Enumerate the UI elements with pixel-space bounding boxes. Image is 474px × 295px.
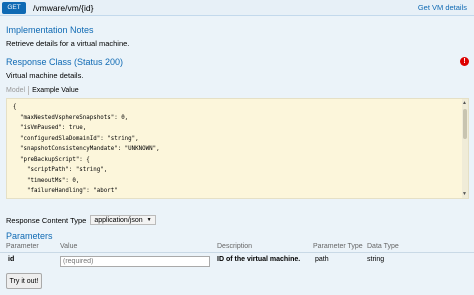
response-content-type-value: application/json [94,216,143,224]
code-line: "preBackupScript": { [13,156,90,163]
param-id-input[interactable] [60,256,210,267]
code-line: "isVmPaused": true, [13,125,87,131]
param-data-type: string [367,256,385,263]
code-scrollbar[interactable]: ▲ ▼ [462,99,468,198]
scroll-down-arrow-icon[interactable]: ▼ [462,191,467,197]
scroll-thumb[interactable] [463,109,467,139]
operation-header[interactable]: GET /vmware/vm/{id} Get VM details [0,0,474,16]
column-header-data-type: Data Type [367,243,399,250]
table-row: id ID of the virtual machine. path strin… [0,255,474,269]
response-content-type-label: Response Content Type [6,215,87,225]
param-type: path [315,256,329,263]
tab-example-value[interactable]: Example Value [32,87,79,94]
chevron-down-icon: ▼ [146,217,152,223]
param-description: ID of the virtual machine. [217,256,301,263]
error-icon[interactable]: ! [460,57,469,66]
endpoint-summary-link[interactable]: Get VM details [418,3,467,12]
column-header-description: Description [217,243,253,250]
parameters-table-header: Parameter Value Description Parameter Ty… [0,242,474,253]
http-method-badge[interactable]: GET [2,1,26,14]
example-json-code: { "maxNestedVsphereSnapshots": 0, "isVmP… [7,99,468,199]
code-line: "scriptPath": "string", [13,167,108,173]
endpoint-path[interactable]: /vmware/vm/{id} [33,3,93,13]
code-line: "configuredSlaDomainId": "string", [13,135,139,142]
implementation-notes-text: Retrieve details for a virtual machine. [6,39,130,48]
column-header-value: Value [60,243,78,250]
code-line: "timeoutMs": 0, [13,177,80,184]
tab-divider [28,86,30,95]
response-class-heading: Response Class (Status 200) [6,57,124,67]
code-line: { [13,104,17,110]
model-tabs: Model Example Value [6,86,79,95]
code-line: "failureHandling": "abort" [13,188,118,194]
implementation-notes-heading: Implementation Notes [6,25,94,35]
parameters-heading: Parameters [6,231,53,241]
response-class-text: Virtual machine details. [6,71,84,80]
example-value-box[interactable]: { "maxNestedVsphereSnapshots": 0, "isVmP… [6,98,469,199]
column-header-parameter-type: Parameter Type [313,243,363,250]
tab-model[interactable]: Model [6,87,25,94]
response-content-type: Response Content Type application/json ▼ [6,215,156,225]
code-line: "maxNestedVsphereSnapshots": 0, [13,114,129,121]
column-header-parameter: Parameter [6,243,39,250]
code-line: "snapshotConsistencyMandate": "UNKNOWN", [13,146,160,152]
scroll-up-arrow-icon[interactable]: ▲ [462,100,467,106]
try-it-out-button[interactable]: Try it out! [6,273,42,289]
code-line: }, [13,197,462,199]
param-name: id [8,256,15,263]
response-content-type-select[interactable]: application/json ▼ [90,215,156,225]
